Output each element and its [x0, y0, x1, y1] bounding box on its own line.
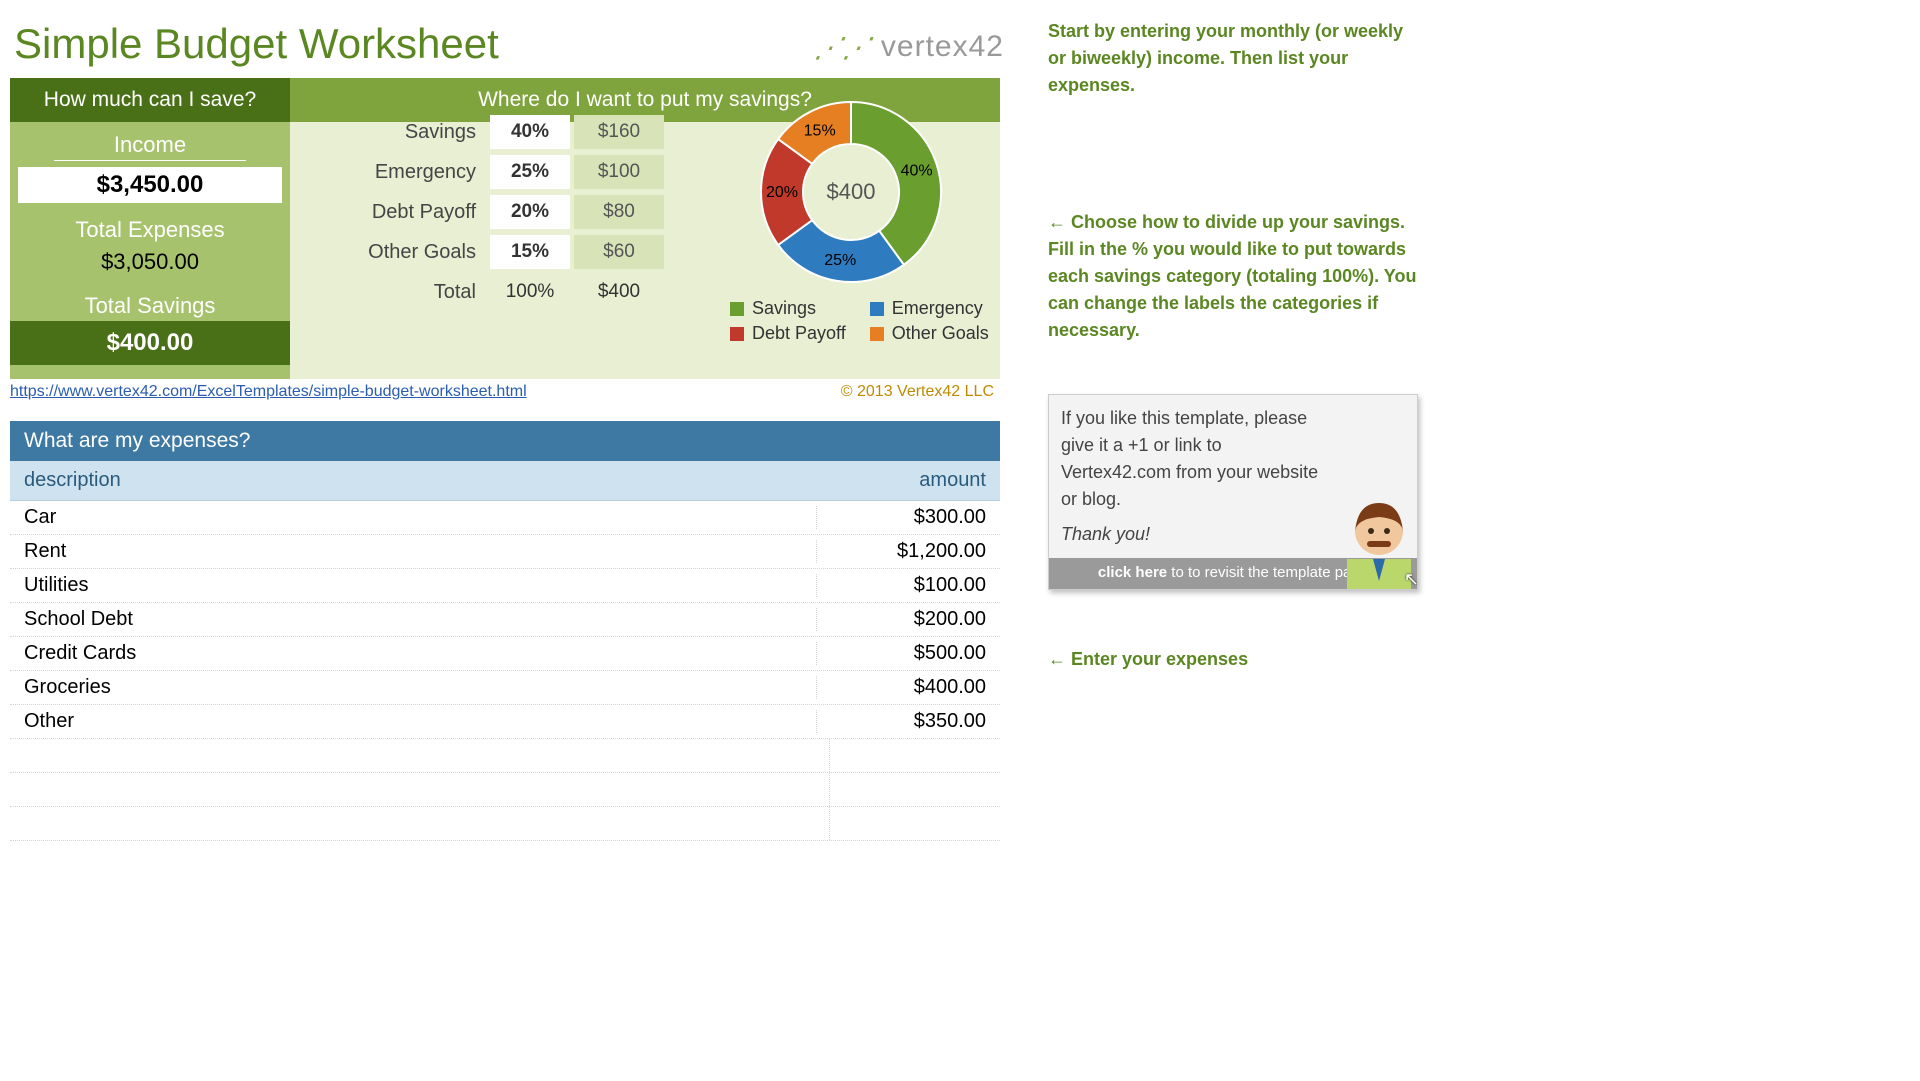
expense-row[interactable]: Rent$1,200.00 — [10, 535, 1000, 569]
instructions-sidebar: Start by entering your monthly (or weekl… — [1048, 18, 1418, 673]
alloc-label: Debt Payoff — [330, 201, 490, 224]
expense-description[interactable]: Utilities — [24, 574, 816, 597]
alloc-percent-input[interactable]: 40% — [490, 115, 570, 149]
expense-description[interactable]: School Debt — [24, 608, 816, 631]
chart-legend: SavingsEmergencyDebt PayoffOther Goals — [726, 298, 976, 344]
alloc-amount: $80 — [574, 195, 664, 229]
income-label: Income — [54, 132, 246, 161]
alloc-label: Other Goals — [330, 241, 490, 264]
expense-row[interactable]: School Debt$200.00 — [10, 603, 1000, 637]
income-input[interactable]: $3,450.00 — [18, 167, 282, 203]
savings-total-label: Total Savings — [10, 293, 290, 319]
expenses-total-value: $3,050.00 — [10, 249, 290, 275]
promo-text: If you like this template, please give i… — [1061, 405, 1321, 513]
expense-description[interactable]: Other — [24, 710, 816, 733]
alloc-amount: $160 — [574, 115, 664, 149]
legend-item: Debt Payoff — [730, 323, 846, 344]
expense-description[interactable]: Groceries — [24, 676, 816, 699]
alloc-total-row: Total100%$400 — [330, 272, 664, 312]
alloc-percent-input[interactable]: 25% — [490, 155, 570, 189]
worksheet: Simple Budget Worksheet ⋰⋰ vertex42 How … — [10, 0, 1010, 841]
svg-text:40%: 40% — [901, 163, 933, 180]
alloc-row: Savings40%$160 — [330, 112, 664, 152]
expense-amount[interactable]: $350.00 — [816, 710, 986, 733]
legend-item: Savings — [730, 298, 846, 319]
legend-swatch-icon — [730, 302, 744, 316]
expense-description[interactable]: Rent — [24, 540, 816, 563]
legend-swatch-icon — [870, 302, 884, 316]
expense-row[interactable]: Credit Cards$500.00 — [10, 637, 1000, 671]
empty-row[interactable] — [10, 807, 1000, 841]
alloc-row: Debt Payoff20%$80 — [330, 192, 664, 232]
expense-amount[interactable]: $500.00 — [816, 642, 986, 665]
expense-row[interactable]: Groceries$400.00 — [10, 671, 1000, 705]
allocation-table: Savings40%$160Emergency25%$100Debt Payof… — [330, 112, 664, 312]
vertex42-logo: ⋰⋰ vertex42 — [817, 30, 1004, 64]
col-description: description — [24, 469, 816, 492]
promo-box[interactable]: If you like this template, please give i… — [1048, 394, 1418, 590]
savings-donut-chart: 40% 25% 20% 15% $400 — [751, 92, 951, 292]
alloc-label: Savings — [330, 121, 490, 144]
expense-amount[interactable]: $100.00 — [816, 574, 986, 597]
legend-swatch-icon — [870, 327, 884, 341]
logo-text: vertex42 — [881, 30, 1004, 64]
expenses-total-label: Total Expenses — [10, 217, 290, 243]
expense-amount[interactable]: $400.00 — [816, 676, 986, 699]
source-link[interactable]: https://www.vertex42.com/ExcelTemplates/… — [10, 383, 527, 401]
svg-text:20%: 20% — [766, 184, 798, 201]
col-amount: amount — [816, 469, 986, 492]
alloc-label: Emergency — [330, 161, 490, 184]
logo-mark-icon: ⋰⋰ — [811, 31, 879, 64]
svg-text:15%: 15% — [804, 123, 836, 140]
expense-amount[interactable]: $300.00 — [816, 506, 986, 529]
expense-row[interactable]: Car$300.00 — [10, 501, 1000, 535]
alloc-amount: $60 — [574, 235, 664, 269]
legend-swatch-icon — [730, 327, 744, 341]
expenses-header: What are my expenses? — [10, 421, 1000, 461]
expense-columns: description amount — [10, 461, 1000, 501]
legend-item: Emergency — [870, 298, 989, 319]
save-header: How much can I save? — [10, 78, 290, 122]
svg-text:25%: 25% — [824, 252, 856, 269]
instruction-allocation: ← Choose how to divide up your savings. … — [1048, 209, 1418, 344]
expense-row[interactable]: Other$350.00 — [10, 705, 1000, 739]
instruction-expenses: ← Enter your expenses — [1048, 646, 1418, 673]
cursor-icon: ↖ — [1404, 566, 1419, 593]
expense-amount[interactable]: $1,200.00 — [816, 540, 986, 563]
expense-description[interactable]: Credit Cards — [24, 642, 816, 665]
alloc-percent-input[interactable]: 20% — [490, 195, 570, 229]
alloc-amount: $100 — [574, 155, 664, 189]
savings-total-value: $400.00 — [10, 321, 290, 365]
legend-item: Other Goals — [870, 323, 989, 344]
empty-row[interactable] — [10, 773, 1000, 807]
instruction-income: Start by entering your monthly (or weekl… — [1048, 18, 1418, 99]
alloc-row: Emergency25%$100 — [330, 152, 664, 192]
expense-row[interactable]: Utilities$100.00 — [10, 569, 1000, 603]
alloc-row: Other Goals15%$60 — [330, 232, 664, 272]
alloc-percent-input[interactable]: 15% — [490, 235, 570, 269]
expense-amount[interactable]: $200.00 — [816, 608, 986, 631]
donut-center-value: $400 — [827, 179, 876, 205]
expense-description[interactable]: Car — [24, 506, 816, 529]
copyright-text: © 2013 Vertex42 LLC — [841, 383, 994, 401]
empty-row[interactable] — [10, 739, 1000, 773]
